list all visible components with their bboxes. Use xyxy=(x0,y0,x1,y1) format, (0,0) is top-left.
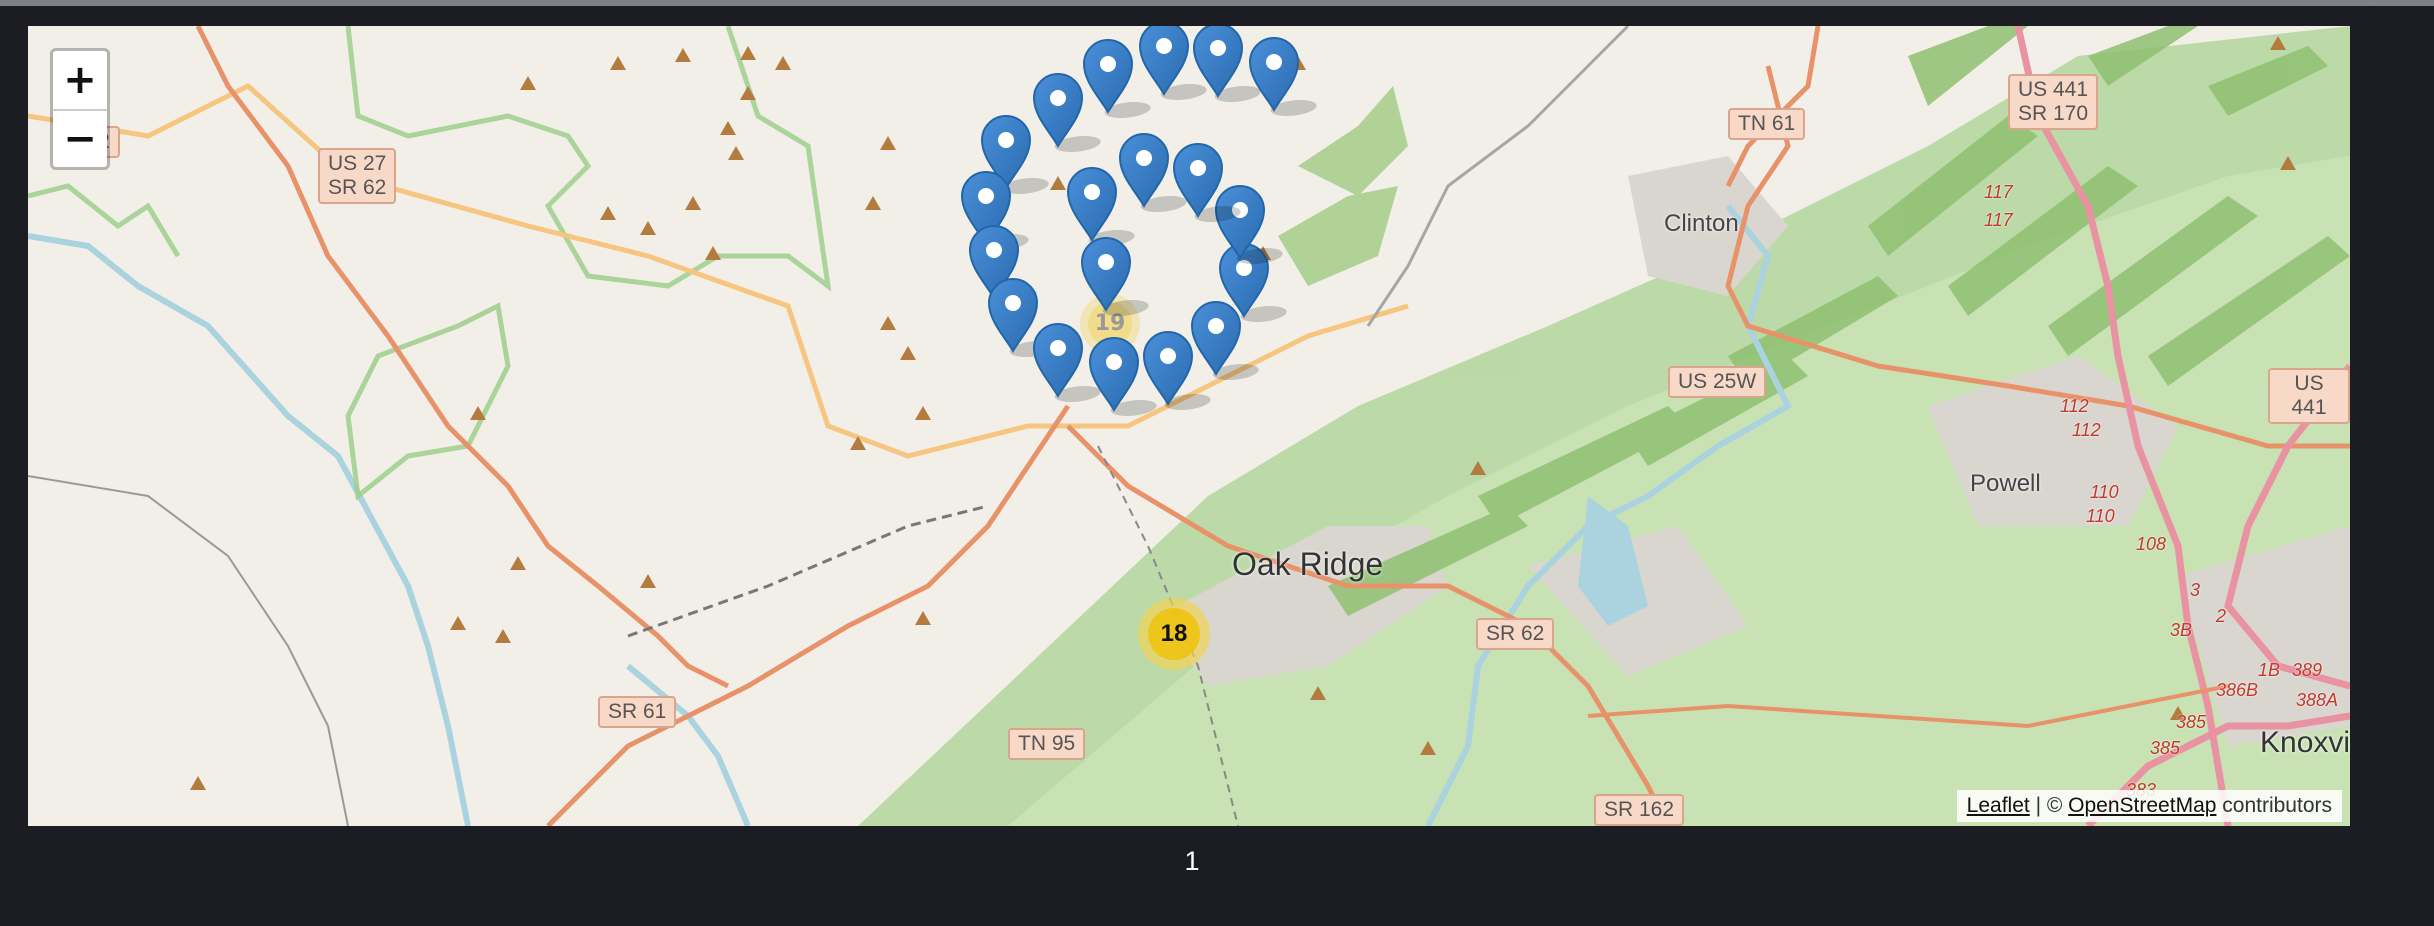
road-shield-line: US 441 xyxy=(2291,372,2327,419)
road-shield-line: SR 62 xyxy=(328,176,387,199)
road-shield-sr61: SR 61 xyxy=(598,696,677,728)
cluster-main-count: 18 xyxy=(1148,608,1200,660)
attribution-separator: | © xyxy=(2029,794,2069,817)
map-attribution: Leaflet | © OpenStreetMap contributors xyxy=(1956,790,2342,822)
road-shield-line: TN 95 xyxy=(1018,732,1076,755)
map-panel: Oak Ridge Clinton Powell Knoxvil US 27 SR… xyxy=(0,6,2384,926)
road-shield-line: SR 62 xyxy=(1486,622,1545,645)
road-shield-line: US 25W xyxy=(1678,370,1757,393)
road-shield-tn61: TN 61 xyxy=(1728,108,1806,140)
cluster-spider-count: 19 xyxy=(1088,302,1132,346)
road-shield-sr62: SR 62 xyxy=(1476,618,1555,650)
exit-label: 388A xyxy=(2296,690,2339,710)
exit-label: 110 xyxy=(2086,506,2115,526)
zoom-in-button[interactable]: + xyxy=(53,51,107,109)
place-oak-ridge: Oak Ridge xyxy=(1232,546,1384,582)
place-clinton: Clinton xyxy=(1664,210,1739,237)
place-knoxville: Knoxvil xyxy=(2260,726,2350,759)
exit-label: 112 xyxy=(2060,396,2089,416)
road-shield-line: US 441 xyxy=(2018,78,2089,101)
cluster-main-icon[interactable]: 18 xyxy=(1138,598,1210,670)
place-powell: Powell xyxy=(1970,470,2041,497)
leaflet-map[interactable]: Oak Ridge Clinton Powell Knoxvil US 27 SR… xyxy=(28,26,2350,826)
exit-label: 108 xyxy=(2136,534,2167,554)
road-shield-us441-sr170: US 441 SR 170 xyxy=(2008,74,2099,130)
zoom-out-button[interactable]: − xyxy=(53,109,107,167)
exit-label: 110 xyxy=(2090,482,2119,502)
road-shield-line: SR 170 xyxy=(2018,102,2089,125)
park-boundaries xyxy=(28,26,832,501)
cluster-spider-icon[interactable]: 19 xyxy=(1080,294,1140,354)
exit-label: 389 xyxy=(2292,660,2323,680)
road-shield-us25w: US 25W xyxy=(1668,366,1767,398)
exit-label: 117 xyxy=(1984,210,2013,230)
road-shield-line: US 27 xyxy=(328,152,387,175)
exit-label: 2 xyxy=(2216,606,2227,626)
page-indicator[interactable]: 1 xyxy=(0,846,2384,877)
road-shield-us27: US 27 SR 62 xyxy=(318,148,397,204)
attribution-suffix: contributors xyxy=(2216,794,2332,817)
exit-label: 117 xyxy=(1984,182,2013,202)
road-shield-line: TN 61 xyxy=(1738,112,1796,135)
exit-label: 386B xyxy=(2216,680,2259,700)
road-shield-us441: US 441 xyxy=(2268,368,2350,424)
road-shield-tn95: TN 95 xyxy=(1008,728,1086,760)
road-shield-sr162: SR 162 xyxy=(1594,794,1685,826)
map-tiles xyxy=(28,26,2350,826)
exit-label: 3B xyxy=(2170,620,2193,640)
zoom-control: + − xyxy=(50,48,110,170)
exit-label: 385 xyxy=(2150,738,2181,758)
exit-label: 112 xyxy=(2072,420,2101,440)
exit-label: 1B xyxy=(2258,660,2281,680)
exit-label: 385 xyxy=(2176,712,2207,732)
road-shield-line: SR 61 xyxy=(608,700,667,723)
road-shield-line: SR 162 xyxy=(1604,798,1675,821)
osm-link[interactable]: OpenStreetMap xyxy=(2068,794,2216,817)
exit-label: 3 xyxy=(2190,580,2201,600)
leaflet-link[interactable]: Leaflet xyxy=(1967,794,2030,817)
